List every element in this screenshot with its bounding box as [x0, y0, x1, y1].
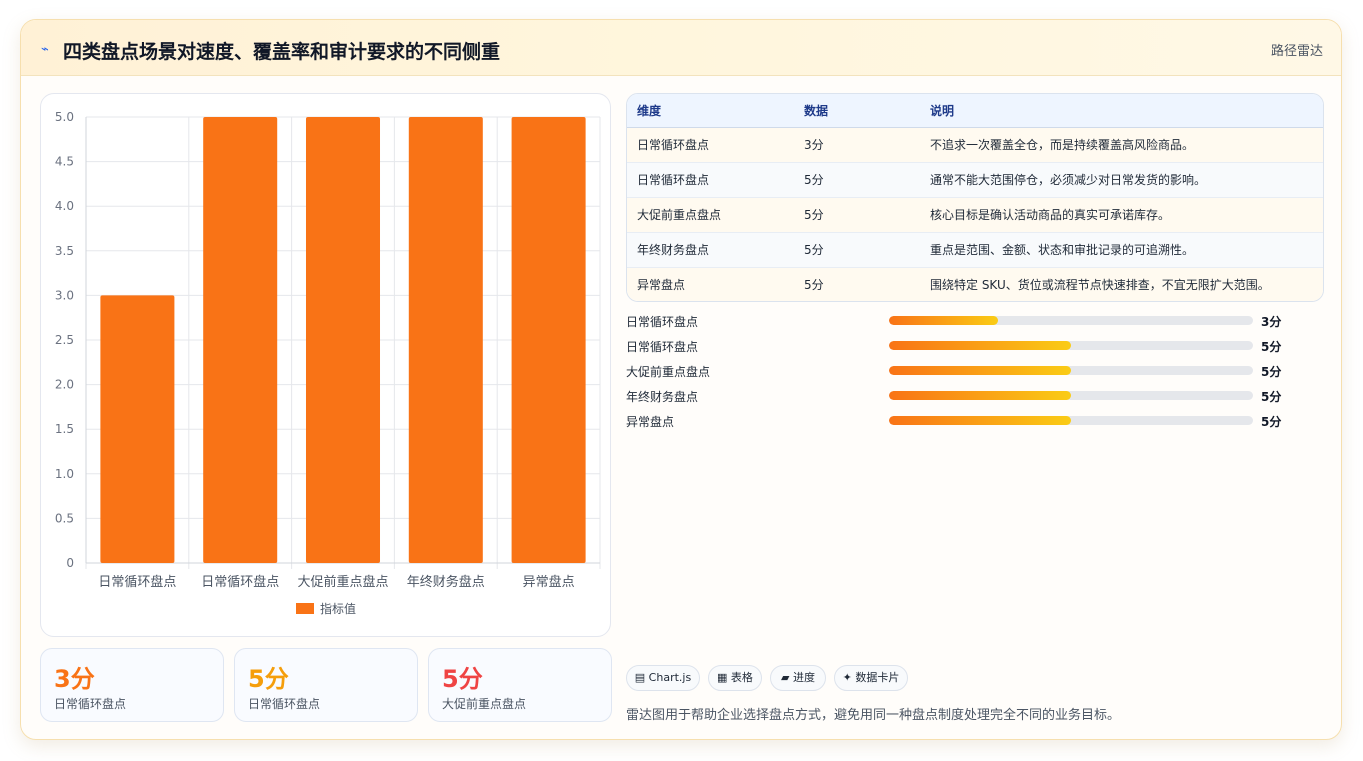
legend-label: 指标值 [320, 601, 356, 616]
legend-swatch [296, 603, 314, 614]
data-table: 维度 数据 说明 日常循环盘点 3分 不追求一次覆盖全仓，而是持续覆盖高风险商品… [627, 94, 1323, 301]
progress-fill [889, 366, 1071, 375]
data-table-wrap: 维度 数据 说明 日常循环盘点 3分 不追求一次覆盖全仓，而是持续覆盖高风险商品… [626, 93, 1324, 302]
chip-progress[interactable]: ▰ 进度 [770, 665, 826, 691]
y-tick-label: 1.0 [55, 467, 74, 481]
table-cell: 5分 [794, 197, 920, 233]
x-tick-label: 年终财务盘点 [407, 574, 485, 590]
stat-label: 日常循环盘点 [248, 697, 321, 711]
table-cell: 年终财务盘点 [627, 232, 794, 268]
progress-fill [889, 391, 1071, 400]
table-header-row: 维度 数据 说明 [627, 94, 1323, 128]
progress-row: 大促前重点盘点 5分 [626, 361, 1306, 381]
progress-row: 日常循环盘点 3分 [626, 311, 1306, 331]
table-cell: 日常循环盘点 [627, 162, 794, 198]
progress-track [889, 341, 1253, 350]
chip-data-card[interactable]: ✦ 数据卡片 [834, 665, 908, 691]
bar [203, 117, 278, 563]
table-cell: 大促前重点盘点 [627, 197, 794, 233]
progress-value: 3分 [1261, 315, 1282, 329]
progress-fill [889, 416, 1071, 425]
y-tick-label: 3.0 [55, 288, 74, 302]
stat-card-1: 3分 日常循环盘点 [40, 648, 224, 722]
chip-table[interactable]: ▦ 表格 [708, 665, 762, 691]
progress-fill [889, 316, 999, 325]
bar [511, 117, 586, 563]
x-tick-label: 日常循环盘点 [201, 574, 279, 590]
table-row: 异常盘点 5分 围绕特定 SKU、货位或流程节点快速排查，不宜无限扩大范围。 [627, 267, 1323, 301]
progress-track [889, 391, 1253, 400]
table-row: 年终财务盘点 5分 重点是范围、金额、状态和审批记录的可追溯性。 [627, 232, 1323, 268]
table-cell: 不追求一次覆盖全仓，而是持续覆盖高风险商品。 [920, 127, 1323, 163]
progress-label: 大促前重点盘点 [626, 365, 711, 379]
wave-icon: ⌁ [41, 42, 49, 57]
stat-value: 3分 [54, 665, 95, 693]
table-cell: 3分 [794, 127, 920, 163]
progress-label: 年终财务盘点 [626, 390, 699, 404]
y-tick-label: 5.0 [55, 110, 74, 124]
stat-label: 大促前重点盘点 [442, 697, 527, 711]
table-cell: 核心目标是确认活动商品的真实可承诺库存。 [920, 197, 1323, 233]
main-card: ⌁ 四类盘点场景对速度、覆盖率和审计要求的不同侧重 路径雷达 0 0.5 1.0 1.… [20, 19, 1342, 740]
table-cell: 围绕特定 SKU、货位或流程节点快速排查，不宜无限扩大范围。 [920, 267, 1323, 301]
y-tick-label: 2.0 [55, 378, 74, 392]
progress-label: 异常盘点 [626, 415, 675, 429]
page-title: 四类盘点场景对速度、覆盖率和审计要求的不同侧重 [63, 41, 501, 63]
y-tick-label: 2.5 [55, 333, 74, 347]
header-tag: 路径雷达 [1270, 44, 1323, 59]
table-row: 大促前重点盘点 5分 核心目标是确认活动商品的真实可承诺库存。 [627, 197, 1323, 233]
progress-row: 日常循环盘点 5分 [626, 336, 1306, 356]
table-cell: 异常盘点 [627, 267, 794, 301]
bar [305, 117, 381, 563]
stat-value: 5分 [248, 665, 289, 693]
x-tick-label: 大促前重点盘点 [297, 574, 388, 590]
progress-value: 5分 [1261, 340, 1282, 354]
stat-value: 5分 [442, 665, 483, 693]
table-cell: 5分 [794, 232, 920, 268]
stat-card-3: 5分 大促前重点盘点 [428, 648, 612, 722]
x-tick-label: 异常盘点 [523, 574, 575, 590]
progress-fill [889, 341, 1071, 350]
column-header: 数据 [794, 94, 920, 128]
stat-label: 日常循环盘点 [54, 697, 127, 711]
column-header: 说明 [920, 94, 1323, 128]
y-tick-label: 4.0 [55, 199, 74, 213]
header-bar: ⌁ 四类盘点场景对速度、覆盖率和审计要求的不同侧重 路径雷达 [21, 20, 1341, 76]
bar [100, 295, 175, 563]
table-cell: 日常循环盘点 [627, 127, 794, 163]
y-tick-label: 0.5 [55, 511, 74, 525]
x-tick-label: 日常循环盘点 [98, 574, 176, 590]
progress-value: 5分 [1261, 365, 1282, 379]
progress-label: 日常循环盘点 [626, 340, 699, 354]
column-header: 维度 [627, 94, 794, 128]
stat-card-2: 5分 日常循环盘点 [234, 648, 418, 722]
progress-track [889, 416, 1253, 425]
progress-track [889, 316, 1253, 325]
table-cell: 5分 [794, 267, 920, 301]
table-row: 日常循环盘点 3分 不追求一次覆盖全仓，而是持续覆盖高风险商品。 [627, 127, 1323, 163]
footnote: 雷达图用于帮助企业选择盘点方式，避免用同一种盘点制度处理完全不同的业务目标。 [626, 708, 1121, 723]
table-cell: 5分 [794, 162, 920, 198]
chip-chartjs[interactable]: ▤ Chart.js [626, 665, 700, 691]
progress-row: 异常盘点 5分 [626, 411, 1306, 431]
table-cell: 重点是范围、金额、状态和审批记录的可追溯性。 [920, 232, 1323, 268]
progress-track [889, 366, 1253, 375]
y-tick-label: 4.5 [55, 155, 74, 169]
bar [408, 117, 483, 563]
progress-value: 5分 [1261, 390, 1282, 404]
table-cell: 通常不能大范围停仓，必须减少对日常发货的影响。 [920, 162, 1323, 198]
progress-value: 5分 [1261, 415, 1282, 429]
bar-chart-panel: 0 0.5 1.0 1.5 2.0 2.5 3.0 3.5 4.0 4.5 5.0 日常循环盘点 日常循… [40, 93, 611, 637]
progress-label: 日常循环盘点 [626, 315, 699, 329]
y-tick-label: 3.5 [55, 244, 74, 258]
bar-chart: 0 0.5 1.0 1.5 2.0 2.5 3.0 3.5 4.0 4.5 5.0 日常循环盘点 日常循… [55, 110, 601, 616]
progress-row: 年终财务盘点 5分 [626, 386, 1306, 406]
table-row: 日常循环盘点 5分 通常不能大范围停仓，必须减少对日常发货的影响。 [627, 162, 1323, 198]
y-tick-label: 0 [66, 556, 74, 570]
y-tick-label: 1.5 [55, 422, 74, 436]
